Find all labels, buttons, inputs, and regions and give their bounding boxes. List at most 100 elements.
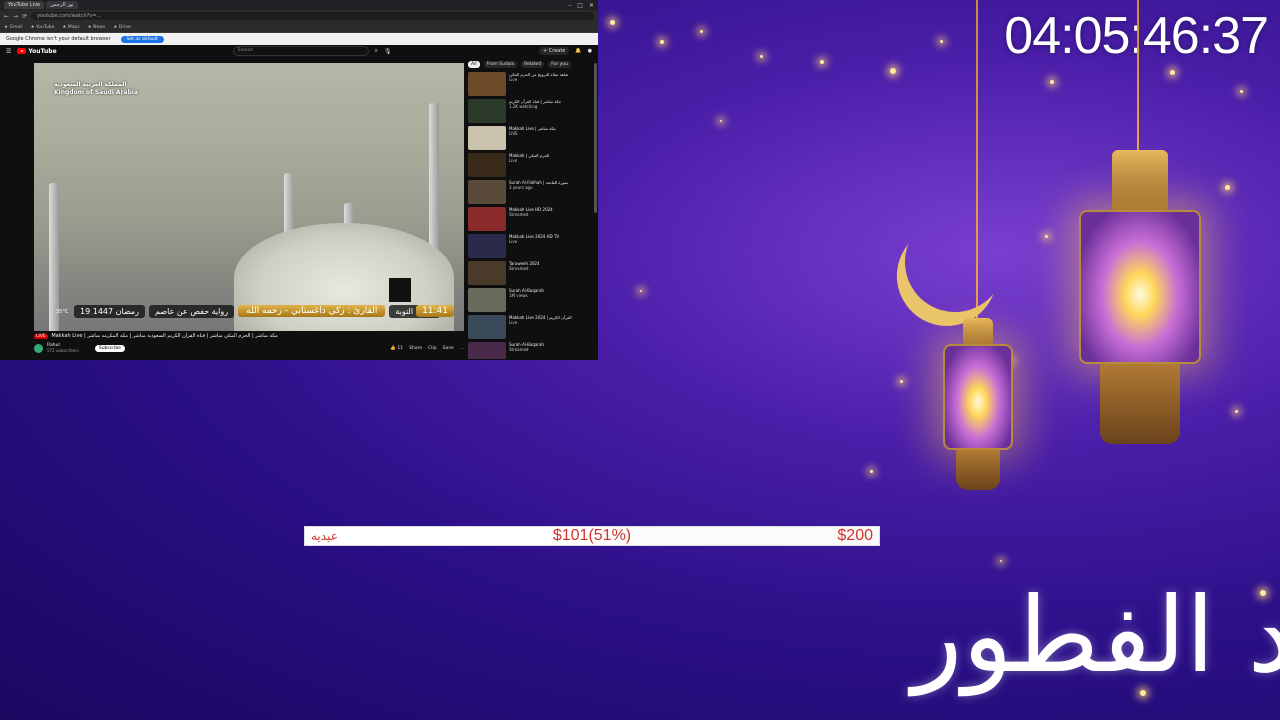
recommendation-item[interactable]: Makkah Live | مكة مباشر LIVE xyxy=(468,126,592,152)
subscribe-button[interactable]: Subscribe xyxy=(94,344,125,352)
recommendation-item[interactable]: Makkah Live 2024 HD TV Live xyxy=(468,234,592,260)
more-button[interactable]: ... xyxy=(460,346,464,351)
set-default-button[interactable]: Set as default xyxy=(120,35,164,43)
reciter-caption: القارئ : زكي داغستاني - رحمه الله xyxy=(238,305,386,317)
youtube-header: ☰ YouTube Search ⌕ 🎙 + Create 🔔 ● xyxy=(0,45,598,57)
avatar-icon[interactable]: ● xyxy=(588,48,592,54)
video-thumbnail[interactable] xyxy=(468,126,506,150)
recommendation-item[interactable]: شاهد صلاة الترويح من الحرم المكي Live xyxy=(468,72,592,98)
date-caption: 19 رمضان 1447 xyxy=(74,304,146,318)
video-title: LIVE Makkah Live | مكة مباشر | الحرم الم… xyxy=(34,333,464,339)
recommendation-meta: Live xyxy=(509,158,518,163)
video-thumbnail[interactable] xyxy=(468,180,506,204)
bookmark-item[interactable]: ★ YouTube xyxy=(31,25,55,30)
recommendation-text: Surah Al-Fatihah | سورة الفاتحة 3 years a… xyxy=(509,180,568,206)
menu-icon[interactable]: ☰ xyxy=(6,48,11,55)
recommendation-text: Makkah Live 2024 HD TV Live xyxy=(509,234,559,260)
bookmark-item[interactable]: ★ Gmail xyxy=(4,25,23,30)
share-button[interactable]: Share xyxy=(409,346,422,351)
sparkle-decoration xyxy=(610,20,615,25)
channel-avatar[interactable] xyxy=(34,343,43,353)
eid-greeting: د الفطور xyxy=(912,574,1280,696)
recommendation-item[interactable]: Makkah Live HD 2024 Streamed xyxy=(468,207,592,233)
recommendation-text: Surah Al-Baqarah 1M views xyxy=(509,288,544,314)
sparkle-decoration xyxy=(870,470,873,473)
donation-goal-bar: عيديه $101(51%) $200 xyxy=(304,526,880,546)
crescent-moon-icon xyxy=(887,194,1024,331)
minimize-icon[interactable]: – xyxy=(568,2,571,9)
save-button[interactable]: Save xyxy=(443,346,454,351)
bookmark-item[interactable]: ★ News xyxy=(88,25,106,30)
default-browser-notice: Google Chrome isn't your default browser… xyxy=(0,33,598,45)
window-controls: – □ ✕ xyxy=(568,2,598,9)
recommendation-meta: 1.2K watching xyxy=(509,104,538,109)
recommendation-title: Makkah Live 2024 | القرآن الكريم xyxy=(509,315,572,320)
video-thumbnail[interactable] xyxy=(468,234,506,258)
video-thumbnail[interactable] xyxy=(468,153,506,177)
recommendation-title: شاهد صلاة الترويح من الحرم المكي xyxy=(509,72,569,77)
search-icon[interactable]: ⌕ xyxy=(375,47,378,55)
url-input[interactable]: youtube.com/watch?v=... xyxy=(31,12,594,20)
reload-icon[interactable]: ⟳ xyxy=(22,13,27,20)
tab-secondary[interactable]: نور الرحمن xyxy=(46,1,78,9)
recommendation-list: شاهد صلاة الترويح من الحرم المكي Live مكة … xyxy=(468,72,592,359)
search-input[interactable]: Search xyxy=(232,46,369,56)
bell-icon[interactable]: 🔔 xyxy=(575,48,581,54)
bookmark-item[interactable]: ★ Drive xyxy=(113,25,130,30)
sparkle-decoration xyxy=(700,30,703,33)
sparkle-decoration xyxy=(1225,185,1230,190)
video-actions: 👍 11 Share Clip Save ... xyxy=(390,346,464,351)
create-button[interactable]: + Create xyxy=(538,47,570,55)
youtube-logo-text: YouTube xyxy=(28,47,57,55)
subscriber-count: 572 subscribers xyxy=(47,348,79,353)
chip-from-channel[interactable]: From Sudais xyxy=(483,61,518,68)
close-icon[interactable]: ✕ xyxy=(589,2,594,9)
video-thumbnail[interactable] xyxy=(468,342,506,359)
back-icon[interactable]: ← xyxy=(4,13,9,20)
brand-arabic: المملكة العربية السعودية xyxy=(54,81,127,88)
clip-button[interactable]: Clip xyxy=(428,346,437,351)
video-thumbnail[interactable] xyxy=(468,261,506,285)
tab-bar: YouTube Live نور الرحمن – □ ✕ xyxy=(0,0,598,10)
recommendation-item[interactable]: مكة مباشر | قناة القرآن الكريم 1.2K watch… xyxy=(468,99,592,125)
chip-for-you[interactable]: For you xyxy=(548,61,571,68)
page-scrollbar[interactable] xyxy=(594,63,597,213)
recommendation-text: Makkah Live HD 2024 Streamed xyxy=(509,207,553,233)
video-thumbnail[interactable] xyxy=(468,288,506,312)
like-button[interactable]: 👍 11 xyxy=(390,346,403,351)
recommendation-text: شاهد صلاة الترويح من الحرم المكي Live xyxy=(509,72,568,98)
channel-row: Rahul 572 subscribers Subscribe 👍 11 Sha… xyxy=(34,343,464,353)
recommendation-item[interactable]: Taraweeh 2024 Streamed xyxy=(468,261,592,287)
lantern-small xyxy=(936,318,1020,490)
chip-all[interactable]: All xyxy=(468,61,480,68)
video-meta: LIVE Makkah Live | مكة مباشر | الحرم الم… xyxy=(34,333,464,357)
sparkle-decoration xyxy=(1045,235,1048,238)
recommendation-item[interactable]: Surah Al-Baqarah Streamed xyxy=(468,342,592,359)
recommendation-item[interactable]: Surah Al-Fatihah | سورة الفاتحة 3 years a… xyxy=(468,180,592,206)
recommendation-item[interactable]: Makkah | الحرم المكي Live xyxy=(468,153,592,179)
chip-related[interactable]: Related xyxy=(521,61,545,68)
video-thumbnail[interactable] xyxy=(468,207,506,231)
recommendation-meta: LIVE xyxy=(509,131,518,136)
recommendation-item[interactable]: Makkah Live 2024 | القرآن الكريم Live xyxy=(468,315,592,341)
video-thumbnail[interactable] xyxy=(468,72,506,96)
sparkle-decoration xyxy=(1240,90,1243,93)
live-badge: LIVE xyxy=(34,334,48,339)
video-player[interactable]: المملكة العربية السعودية Kingdom of Saud… xyxy=(34,63,464,331)
tab-youtube[interactable]: YouTube Live xyxy=(4,1,45,9)
bookmarks-bar: ★ Gmail ★ YouTube ★ Maps ★ News ★ Drive xyxy=(0,22,598,33)
video-title-text: Makkah Live | مكة مباشر | الحرم المكي مب… xyxy=(51,333,278,339)
video-thumbnail[interactable] xyxy=(468,99,506,123)
recommendation-text: Taraweeh 2024 Streamed xyxy=(509,261,540,287)
recommendation-item[interactable]: Surah Al-Baqarah 1M views xyxy=(468,288,592,314)
goal-target: $200 xyxy=(837,527,873,544)
maximize-icon[interactable]: □ xyxy=(577,2,583,9)
sparkle-decoration xyxy=(760,55,763,58)
video-thumbnail[interactable] xyxy=(468,315,506,339)
recommendation-meta: Streamed xyxy=(509,212,529,217)
brand-english: Kingdom of Saudi Arabia xyxy=(54,89,138,96)
youtube-logo[interactable]: YouTube xyxy=(17,47,57,55)
mic-icon[interactable]: 🎙 xyxy=(384,48,392,55)
bookmark-item[interactable]: ★ Maps xyxy=(62,25,79,30)
forward-icon[interactable]: → xyxy=(13,13,18,20)
